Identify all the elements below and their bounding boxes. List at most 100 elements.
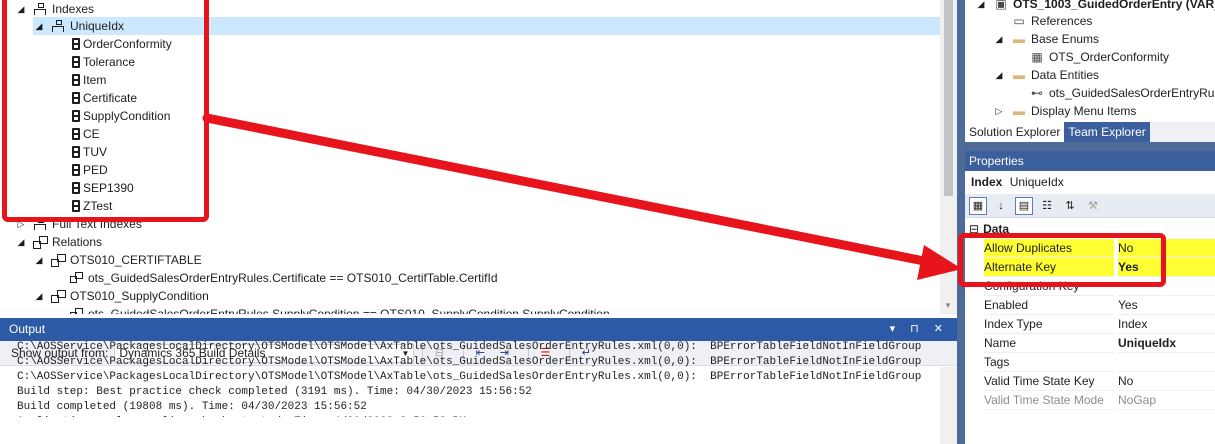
- tree-item[interactable]: ◢ OTS010_CERTIFTABLE: [33, 251, 202, 269]
- property-name: Tags: [984, 353, 1114, 372]
- window-controls[interactable]: ▾ ⊓ ✕: [890, 318, 949, 341]
- relation-icon: [51, 253, 66, 267]
- properties-icon[interactable]: ▤: [1015, 196, 1033, 215]
- solution-item[interactable]: ◢ ▬ Data Entities: [993, 66, 1100, 84]
- output-text-area[interactable]: C:\AOSService\PackagesLocalDirectory\OTS…: [0, 340, 940, 417]
- tree-item[interactable]: Item: [51, 71, 106, 89]
- expanded-icon[interactable]: ◢: [993, 30, 1005, 48]
- panel-splitter[interactable]: [957, 0, 965, 444]
- collapse-icon[interactable]: ⊟: [969, 222, 979, 236]
- expanded-icon[interactable]: ◢: [33, 17, 45, 35]
- tree-item[interactable]: Certificate: [51, 89, 137, 107]
- tree-item-label: TUV: [83, 145, 107, 159]
- property-row[interactable]: Enabled Yes: [965, 296, 1215, 315]
- property-row[interactable]: Name UniqueIdx: [965, 334, 1215, 353]
- folder-icon: ▬: [1013, 32, 1025, 46]
- property-name: Valid Time State Key: [984, 372, 1114, 391]
- output-line: C:\AOSService\PackagesLocalDirectory\OTS…: [17, 341, 922, 353]
- tab-team-explorer[interactable]: Team Explorer: [1064, 122, 1150, 142]
- property-name: Name: [984, 334, 1114, 353]
- field-icon: [72, 92, 80, 104]
- events-icon[interactable]: ☷: [1038, 197, 1056, 215]
- tree-item-label: Full Text Indexes: [52, 217, 142, 231]
- property-value[interactable]: No: [1118, 372, 1215, 391]
- alphabetical-icon[interactable]: ↓: [992, 197, 1010, 215]
- output-window: Output ▾ ⊓ ✕ Show output from: Dynamics …: [0, 318, 957, 444]
- tree-item-label: OTS010_CERTIFTABLE: [70, 253, 202, 267]
- expanded-icon[interactable]: ◢: [15, 233, 27, 251]
- solution-item[interactable]: ⊷ ots_GuidedSalesOrderEntryRule: [1011, 84, 1215, 102]
- relation-field-icon: [69, 307, 83, 314]
- solution-item[interactable]: ▦ OTS_OrderConformity: [1011, 48, 1169, 66]
- property-value[interactable]: [1118, 353, 1215, 372]
- solution-item[interactable]: ▭ References: [993, 12, 1092, 30]
- sort-icon[interactable]: ⇅: [1061, 197, 1079, 215]
- tree-item[interactable]: OrderConformity: [51, 35, 172, 53]
- tree-item[interactable]: ▷ Full Text Indexes: [15, 215, 142, 233]
- tree-item[interactable]: Tolerance: [51, 53, 135, 71]
- tree-item[interactable]: ◢ Relations: [15, 233, 102, 251]
- output-vertical-scrollbar[interactable]: [940, 367, 957, 444]
- tree-item[interactable]: ots_GuidedSalesOrderEntryRules.SupplyCon…: [51, 305, 610, 314]
- solution-item-label: ots_GuidedSalesOrderEntryRule: [1049, 86, 1215, 100]
- property-value[interactable]: No: [1118, 239, 1215, 258]
- property-category[interactable]: ⊟ Data: [965, 220, 1215, 239]
- property-row[interactable]: Index Type Index: [965, 315, 1215, 334]
- expanded-icon[interactable]: ◢: [33, 287, 45, 305]
- property-row[interactable]: Valid Time State Mode NoGap: [965, 391, 1215, 410]
- expanded-icon[interactable]: ◢: [33, 251, 45, 269]
- tree-item[interactable]: ZTest: [51, 197, 112, 215]
- tree-item-label: ots_GuidedSalesOrderEntryRules.Certifica…: [88, 271, 498, 285]
- solution-item[interactable]: ◢ ▬ Base Enums: [993, 30, 1100, 48]
- tree-item[interactable]: TUV: [51, 143, 107, 161]
- tree-item[interactable]: ◢ Indexes: [15, 0, 95, 18]
- tree-item[interactable]: SupplyCondition: [51, 107, 170, 125]
- tree-vertical-scrollbar[interactable]: ▼: [940, 0, 957, 314]
- tree-item[interactable]: ots_GuidedSalesOrderEntryRules.Certifica…: [51, 269, 498, 287]
- tree-item[interactable]: PED: [51, 161, 108, 179]
- field-icon: [72, 110, 80, 122]
- output-header: Output ▾ ⊓ ✕: [0, 318, 957, 341]
- categorized-icon[interactable]: ▦: [969, 196, 987, 215]
- property-value[interactable]: [1118, 277, 1215, 296]
- property-row[interactable]: Configuration Key: [965, 277, 1215, 296]
- property-value[interactable]: NoGap: [1118, 391, 1215, 410]
- output-line: C:\AOSService\PackagesLocalDirectory\OTS…: [17, 356, 922, 368]
- property-row[interactable]: Tags: [965, 353, 1215, 372]
- tree-item[interactable]: ◢ UniqueIdx: [33, 17, 940, 35]
- properties-window: Properties Index UniqueIdx ▦ ↓ ▤ ☷ ⇅ ⚒ ⊟…: [965, 151, 1215, 444]
- property-row[interactable]: Alternate Key Yes: [965, 258, 1215, 277]
- tab-solution-explorer[interactable]: Solution Explorer: [965, 122, 1065, 142]
- scroll-down-icon[interactable]: ▼: [944, 301, 952, 310]
- panel-divider: [965, 142, 1215, 151]
- collapsed-icon[interactable]: ▷: [993, 102, 1005, 120]
- property-value[interactable]: Yes: [1118, 258, 1215, 277]
- collapsed-icon[interactable]: ▷: [15, 215, 27, 233]
- tree-item-label: Relations: [52, 235, 103, 249]
- tree-item-label: Item: [83, 73, 107, 87]
- wrench-icon[interactable]: ⚒: [1084, 197, 1102, 215]
- property-row[interactable]: Valid Time State Key No: [965, 372, 1215, 391]
- expanded-icon[interactable]: ◢: [975, 0, 987, 13]
- field-icon: [72, 56, 80, 68]
- property-value[interactable]: UniqueIdx: [1118, 334, 1215, 353]
- property-value[interactable]: Index: [1118, 315, 1215, 334]
- expanded-icon[interactable]: ◢: [993, 66, 1005, 84]
- tree-item[interactable]: ◢ OTS010_SupplyCondition: [33, 287, 209, 305]
- tree-item[interactable]: SEP1390: [51, 179, 134, 197]
- solution-item[interactable]: ▷ ▬ Display Menu Items: [993, 102, 1137, 120]
- tree-item-label: Tolerance: [83, 55, 136, 69]
- property-row[interactable]: Allow Duplicates No: [965, 239, 1215, 258]
- property-name: Configuration Key: [984, 277, 1114, 296]
- folder-icon: ▬: [1013, 68, 1025, 82]
- field-icon: [72, 200, 80, 212]
- properties-object-selector[interactable]: Index UniqueIdx: [965, 171, 1215, 194]
- scrollbar-thumb[interactable]: [944, 0, 953, 196]
- tree-item[interactable]: CE: [51, 125, 100, 143]
- solution-item-label: Base Enums: [1031, 32, 1100, 46]
- output-title: Output: [9, 322, 46, 336]
- solution-item-label: OTS_OrderConformity: [1049, 50, 1170, 64]
- expanded-icon[interactable]: ◢: [15, 0, 27, 18]
- property-value[interactable]: Yes: [1118, 296, 1215, 315]
- tree-item-label: OTS010_SupplyCondition: [70, 289, 209, 303]
